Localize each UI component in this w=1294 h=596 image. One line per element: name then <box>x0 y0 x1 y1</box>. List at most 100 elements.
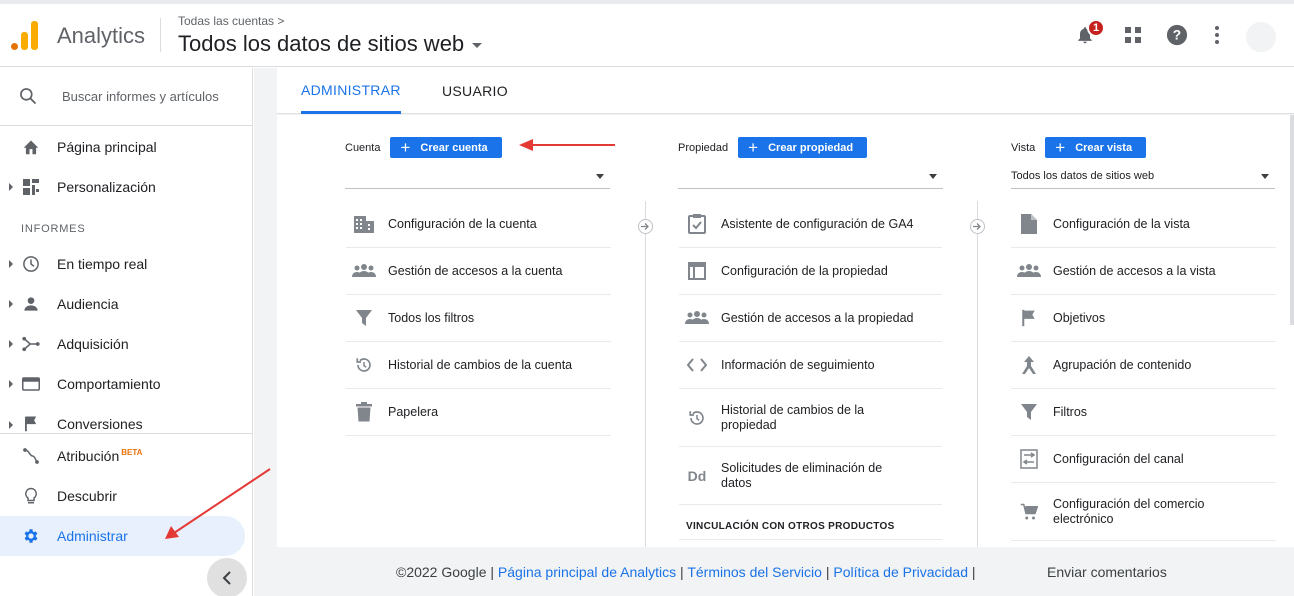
tab-admin[interactable]: ADMINISTRAR <box>301 68 401 114</box>
view-filters-item[interactable]: Filtros <box>1011 389 1276 436</box>
property-change-history-item[interactable]: Historial de cambios de la propiedad <box>679 389 942 447</box>
help-icon: ? <box>1166 24 1188 46</box>
create-view-button[interactable]: + Crear vista <box>1045 137 1147 158</box>
send-feedback-link[interactable]: Enviar comentarios <box>1047 564 1167 580</box>
all-filters-item[interactable]: Todos los filtros <box>346 295 611 342</box>
sidebar-item-audience[interactable]: Audiencia <box>0 284 245 324</box>
column-divider <box>645 201 646 547</box>
account-settings-item[interactable]: Configuración de la cuenta <box>346 201 611 248</box>
property-access-item[interactable]: Gestión de accesos a la propiedad <box>679 295 942 342</box>
expand-arrow-icon <box>9 300 13 308</box>
sidebar-item-discover[interactable]: Descubrir <box>0 476 245 516</box>
scrollbar[interactable] <box>1290 115 1294 325</box>
search-box[interactable]: Buscar informes y artículos <box>0 68 253 126</box>
view-label: Vista <box>1011 141 1036 154</box>
sidebar-item-label: Página principal <box>57 139 157 155</box>
terms-link[interactable]: Términos del Servicio <box>687 564 822 580</box>
sidebar-item-conversions[interactable]: Conversiones <box>0 404 245 434</box>
search-icon <box>20 88 37 105</box>
code-icon <box>685 353 709 377</box>
expand-arrow-icon <box>9 260 13 268</box>
history-icon <box>685 406 709 430</box>
account-selector[interactable] <box>345 165 610 189</box>
sidebar-item-label: Personalización <box>57 179 156 195</box>
search-placeholder: Buscar informes y artículos <box>62 89 219 104</box>
property-label: Propiedad <box>678 141 729 154</box>
caret-down-icon <box>596 174 604 179</box>
privacy-link[interactable]: Política de Privacidad <box>833 564 968 580</box>
admin-panel: Cuenta + Crear cuenta Configuración de la… <box>277 115 1294 547</box>
view-column-header: Vista + Crear vista <box>1011 137 1147 158</box>
account-change-history-item[interactable]: Historial de cambios de la cuenta <box>346 342 611 389</box>
channel-settings-item[interactable]: Configuración del canal <box>1011 436 1276 483</box>
view-access-item[interactable]: Gestión de accesos a la vista <box>1011 248 1276 295</box>
ecommerce-settings-item[interactable]: Configuración del comercio electrónico <box>1011 483 1276 541</box>
section-label-reports: INFORMES <box>21 223 86 235</box>
tracking-info-item[interactable]: Información de seguimiento <box>679 342 942 389</box>
view-settings-item[interactable]: Configuración de la vista <box>1011 201 1276 248</box>
acquisition-icon <box>21 334 41 354</box>
sidebar-item-attribution[interactable]: Atribución BETA <box>0 436 245 476</box>
ga4-setup-assistant-item[interactable]: Asistente de configuración de GA4 <box>679 201 942 248</box>
account-access-item[interactable]: Gestión de accesos a la cuenta <box>346 248 611 295</box>
window-icon <box>685 259 709 283</box>
filter-icon <box>352 306 376 330</box>
content-grouping-item[interactable]: Agrupación de contenido <box>1011 342 1276 389</box>
trash-item[interactable]: Papelera <box>346 389 611 436</box>
caret-down-icon <box>929 174 937 179</box>
product-linking-heading: VINCULACIÓN CON OTROS PRODUCTOS <box>686 521 895 532</box>
breadcrumb[interactable]: Todas las cuentas > <box>178 14 284 28</box>
people-icon <box>352 259 376 283</box>
grouping-icon <box>1017 353 1041 377</box>
sidebar-item-label: Conversiones <box>57 416 143 432</box>
document-icon <box>1017 212 1041 236</box>
create-account-button[interactable]: + Crear cuenta <box>390 137 502 158</box>
dashboard-icon <box>21 177 41 197</box>
expand-arrow-icon <box>9 183 13 191</box>
plus-icon: + <box>748 138 759 157</box>
clipboard-check-icon <box>685 212 709 236</box>
sidebar-item-home[interactable]: Página principal <box>0 127 245 167</box>
analytics-home-link[interactable]: Página principal de Analytics <box>498 564 676 580</box>
sidebar-item-admin[interactable]: Administrar <box>0 516 245 556</box>
chevron-left-icon <box>222 571 231 585</box>
tab-user[interactable]: USUARIO <box>442 68 508 114</box>
sidebar-item-behavior[interactable]: Comportamiento <box>0 364 245 404</box>
sidebar-item-label: Audiencia <box>57 296 119 312</box>
footer-separator: | <box>971 564 976 580</box>
goals-item[interactable]: Objetivos <box>1011 295 1276 342</box>
sidebar-item-label: Descubrir <box>57 488 117 504</box>
account-avatar[interactable] <box>1246 22 1276 52</box>
data-deletion-requests-item[interactable]: Dd Solicitudes de eliminación de datos <box>679 447 942 505</box>
create-property-button[interactable]: + Crear propiedad <box>738 137 868 158</box>
sidebar-item-label: Atribución BETA <box>57 448 143 464</box>
property-column-header: Propiedad + Crear propiedad <box>678 137 868 158</box>
sidebar-item-label: En tiempo real <box>57 256 148 272</box>
view-selector-dropdown[interactable]: Todos los datos de sitios web <box>1011 165 1275 189</box>
footer-separator: | <box>825 564 830 580</box>
collapse-sidebar-button[interactable] <box>207 558 247 596</box>
sidebar-item-realtime[interactable]: En tiempo real <box>0 244 245 284</box>
header-divider <box>160 18 161 52</box>
people-icon <box>685 306 709 330</box>
sidebar-item-acquisition[interactable]: Adquisición <box>0 324 245 364</box>
help-button[interactable]: ? <box>1164 22 1190 48</box>
notification-badge: 1 <box>1087 19 1105 37</box>
more-options-button[interactable] <box>1204 22 1230 48</box>
chevron-down-icon <box>472 43 483 48</box>
property-settings-item[interactable]: Configuración de la propiedad <box>679 248 942 295</box>
main-content: ADMINISTRAR USUARIO Cuenta + Crear cuenta… <box>254 68 1294 596</box>
expand-arrow-icon <box>9 421 13 429</box>
view-selector[interactable]: Todos los datos de sitios web <box>178 31 483 57</box>
sidebar-item-customization[interactable]: Personalización <box>0 167 245 207</box>
expand-arrow-icon <box>9 380 13 388</box>
apps-button[interactable] <box>1120 22 1146 48</box>
clock-icon <box>21 254 41 274</box>
history-icon <box>352 353 376 377</box>
property-selector[interactable] <box>678 165 943 189</box>
footer-links: ©2022 Google | Página principal de Analy… <box>396 564 976 580</box>
analytics-logo[interactable] <box>11 20 39 50</box>
app-header: Analytics Todas las cuentas > Todos los … <box>0 4 1294 67</box>
behavior-icon <box>21 374 41 394</box>
tab-bar: ADMINISTRAR USUARIO <box>277 68 1294 114</box>
